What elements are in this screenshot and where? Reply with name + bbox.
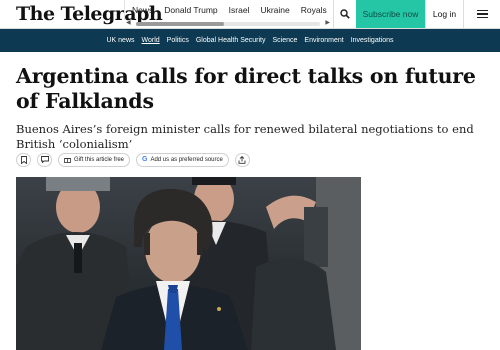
section-item-global-health-security[interactable]: Global Health Security: [192, 37, 269, 44]
article-standfirst: Buenos Aires’s foreign minister calls fo…: [16, 122, 474, 151]
menu-icon: [476, 9, 488, 19]
top-nav: NewsDonald TrumpIsraelUkraineRoyalsS: [124, 0, 330, 20]
scroll-right-icon[interactable]: ▶: [325, 19, 330, 26]
google-preferred-source-label: Add us as preferred source: [150, 156, 223, 163]
google-icon: G: [142, 156, 148, 163]
topnav-item-royals[interactable]: Royals: [294, 1, 330, 15]
topnav-item-news[interactable]: News: [125, 1, 157, 15]
comment-icon: [40, 156, 49, 163]
topnav-item-ukraine[interactable]: Ukraine: [253, 1, 293, 15]
topnav-item-donald-trump[interactable]: Donald Trump: [157, 1, 221, 15]
gift-article-button[interactable]: Gift this article free: [58, 152, 131, 167]
section-item-world[interactable]: World: [138, 37, 163, 44]
section-nav: UK news World Politics Global Health Sec…: [0, 29, 500, 52]
bookmark-icon: [20, 155, 27, 164]
subscribe-button[interactable]: Subscribe now: [356, 0, 425, 28]
top-bar: The Telegraph News Donald Trump Israel Ukra…: [0, 0, 500, 29]
google-preferred-source-button[interactable]: G Add us as preferred source: [136, 152, 229, 167]
section-item-investigations[interactable]: Investigations: [347, 37, 397, 44]
menu-button[interactable]: [463, 0, 500, 28]
scroll-thumb[interactable]: [136, 22, 224, 26]
gift-icon: [64, 158, 71, 163]
scroll-left-icon[interactable]: ◀: [126, 19, 131, 26]
bookmark-button[interactable]: [16, 152, 31, 167]
login-button[interactable]: Log in: [425, 0, 463, 28]
section-item-uk-news[interactable]: UK news: [103, 37, 138, 44]
article-actions: Gift this article free G Add us as prefe…: [16, 152, 250, 167]
topnav-scrollbar[interactable]: ◀ ▶: [126, 20, 330, 27]
topnav-item-israel[interactable]: Israel: [222, 1, 254, 15]
article-headline: Argentina calls for direct talks on futu…: [16, 64, 476, 113]
section-item-science[interactable]: Science: [269, 37, 301, 44]
comment-button[interactable]: [37, 152, 52, 167]
article-photo: [16, 177, 361, 350]
search-button[interactable]: [333, 0, 355, 28]
article-image: [16, 177, 361, 350]
share-button[interactable]: [234, 152, 250, 167]
share-icon: [238, 155, 246, 164]
gift-article-label: Gift this article free: [74, 156, 125, 163]
search-icon: [339, 9, 350, 19]
section-item-politics[interactable]: Politics: [163, 37, 192, 44]
section-item-environment[interactable]: Environment: [301, 37, 347, 44]
